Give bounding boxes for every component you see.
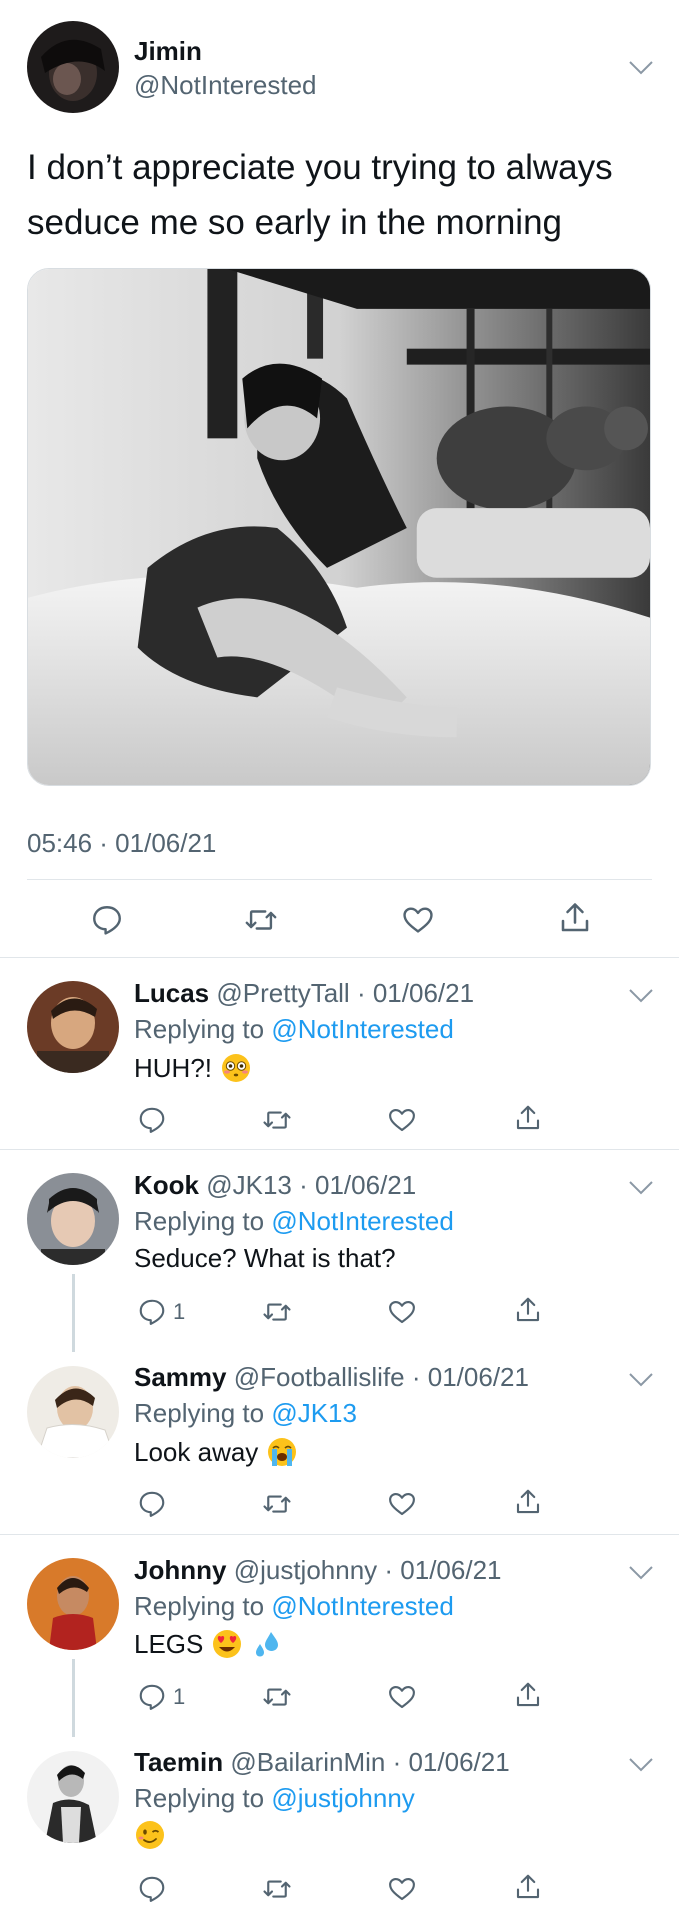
chevron-down-icon[interactable]	[628, 1372, 654, 1388]
share-icon[interactable]	[513, 1103, 543, 1133]
thread-line	[72, 1274, 75, 1352]
retweet-icon[interactable]	[243, 903, 279, 937]
like-icon[interactable]	[387, 1489, 417, 1519]
reply-timestamp[interactable]: · 01/06/21	[412, 1362, 529, 1392]
mention-link[interactable]: @JK13	[271, 1398, 357, 1428]
share-icon[interactable]	[513, 1872, 543, 1902]
replying-to: Replying to @justjohnny	[134, 1783, 415, 1813]
like-icon[interactable]	[387, 1105, 417, 1135]
chevron-down-icon[interactable]	[628, 1757, 654, 1773]
reply-text: Look away	[134, 1436, 298, 1468]
reply-icon[interactable]: 1	[137, 1297, 185, 1327]
replying-to: Replying to @NotInterested	[134, 1206, 454, 1236]
reply-text: Seduce? What is that?	[134, 1243, 396, 1273]
mention-link[interactable]: @NotInterested	[271, 1014, 453, 1044]
author-handle[interactable]: @NotInterested	[134, 70, 316, 101]
retweet-icon[interactable]	[262, 1105, 292, 1135]
author-handle[interactable]: @PrettyTall	[216, 978, 349, 1008]
flushed-face-icon	[220, 1052, 252, 1084]
share-icon[interactable]	[513, 1487, 543, 1517]
retweet-icon[interactable]	[262, 1874, 292, 1904]
avatar[interactable]	[27, 21, 119, 113]
author-name[interactable]: Taemin	[134, 1747, 223, 1777]
reply-tweet[interactable]: Kook @JK13 · 01/06/21 Replying to @NotIn…	[0, 1150, 679, 1352]
retweet-icon[interactable]	[262, 1489, 292, 1519]
thread-line	[72, 1659, 75, 1737]
loudly-crying-face-icon	[266, 1436, 298, 1468]
share-icon[interactable]	[513, 1295, 543, 1325]
reply-tweet[interactable]: Taemin @BailarinMin · 01/06/21 Replying …	[0, 1729, 679, 1920]
author-name[interactable]: Kook	[134, 1170, 199, 1200]
author-handle[interactable]: @JK13	[206, 1170, 292, 1200]
avatar[interactable]	[27, 981, 119, 1073]
share-icon[interactable]	[513, 1680, 543, 1710]
reply-timestamp[interactable]: · 01/06/21	[393, 1747, 510, 1777]
reply-icon[interactable]	[90, 903, 124, 937]
retweet-icon[interactable]	[262, 1682, 292, 1712]
winking-face-icon	[134, 1819, 166, 1851]
reply-icon[interactable]: 1	[137, 1682, 185, 1712]
tweet-text: I don’t appreciate you trying to always …	[27, 148, 613, 242]
replying-to: Replying to @NotInterested	[134, 1014, 454, 1044]
mention-link[interactable]: @NotInterested	[271, 1206, 453, 1236]
divider	[27, 879, 652, 880]
retweet-icon[interactable]	[262, 1297, 292, 1327]
reply-count: 1	[173, 1299, 186, 1324]
chevron-down-icon[interactable]	[628, 60, 654, 76]
replying-to: Replying to @JK13	[134, 1398, 357, 1428]
main-tweet: Jimin @NotInterested I don’t appreciate …	[0, 0, 679, 958]
chevron-down-icon[interactable]	[628, 1180, 654, 1196]
share-icon[interactable]	[557, 900, 593, 936]
mention-link[interactable]: @NotInterested	[271, 1591, 453, 1621]
reply-tweet[interactable]: Sammy @Footballislife · 01/06/21 Replyin…	[0, 1344, 679, 1535]
reply-text: LEGS	[134, 1628, 283, 1660]
author-handle[interactable]: @BailarinMin	[230, 1747, 385, 1777]
replying-to: Replying to @NotInterested	[134, 1591, 454, 1621]
avatar[interactable]	[27, 1558, 119, 1650]
reply-text: HUH?!	[134, 1052, 252, 1084]
mention-link[interactable]: @justjohnny	[271, 1783, 414, 1813]
reply-count: 1	[173, 1684, 186, 1709]
reply-icon[interactable]	[137, 1489, 167, 1519]
avatar[interactable]	[27, 1173, 119, 1265]
avatar[interactable]	[27, 1751, 119, 1843]
reply-tweet[interactable]: Johnny @justjohnny · 01/06/21 Replying t…	[0, 1535, 679, 1737]
like-icon[interactable]	[387, 1297, 417, 1327]
tweet-photo[interactable]	[27, 268, 651, 786]
sweat-droplets-icon	[251, 1628, 283, 1660]
author-handle[interactable]: @Footballislife	[234, 1362, 405, 1392]
reply-text	[134, 1819, 166, 1851]
reply-tweet[interactable]: Lucas @PrettyTall · 01/06/21 Replying to…	[0, 958, 679, 1150]
reply-timestamp[interactable]: · 01/06/21	[299, 1170, 416, 1200]
tweet-timestamp[interactable]: 05:46 · 01/06/21	[27, 828, 216, 859]
like-icon[interactable]	[387, 1874, 417, 1904]
reply-timestamp[interactable]: · 01/06/21	[357, 978, 474, 1008]
chevron-down-icon[interactable]	[628, 1565, 654, 1581]
chevron-down-icon[interactable]	[628, 988, 654, 1004]
author-name[interactable]: Jimin	[134, 36, 202, 67]
reply-icon[interactable]	[137, 1874, 167, 1904]
heart-eyes-face-icon	[211, 1628, 243, 1660]
author-name[interactable]: Sammy	[134, 1362, 227, 1392]
avatar[interactable]	[27, 1366, 119, 1458]
reply-icon[interactable]	[137, 1105, 167, 1135]
reply-timestamp[interactable]: · 01/06/21	[384, 1555, 501, 1585]
like-icon[interactable]	[387, 1682, 417, 1712]
like-icon[interactable]	[400, 903, 436, 937]
author-name[interactable]: Lucas	[134, 978, 209, 1008]
author-name[interactable]: Johnny	[134, 1555, 226, 1585]
author-handle[interactable]: @justjohnny	[234, 1555, 377, 1585]
